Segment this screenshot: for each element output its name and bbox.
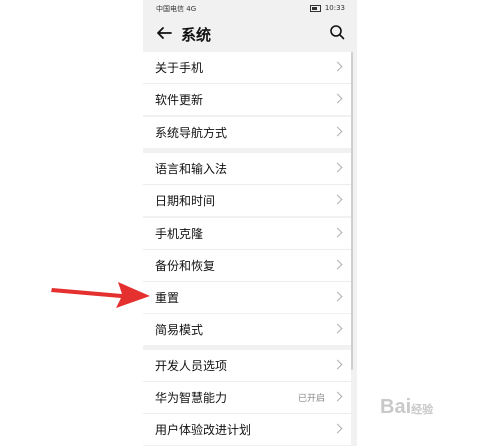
arrow-shape — [51, 282, 150, 308]
watermark-text: Bai — [380, 396, 412, 418]
watermark-logo: Bai经验 — [380, 396, 433, 419]
red-arrow-annotation — [51, 282, 150, 308]
watermark-sub: 经验 — [411, 404, 434, 416]
